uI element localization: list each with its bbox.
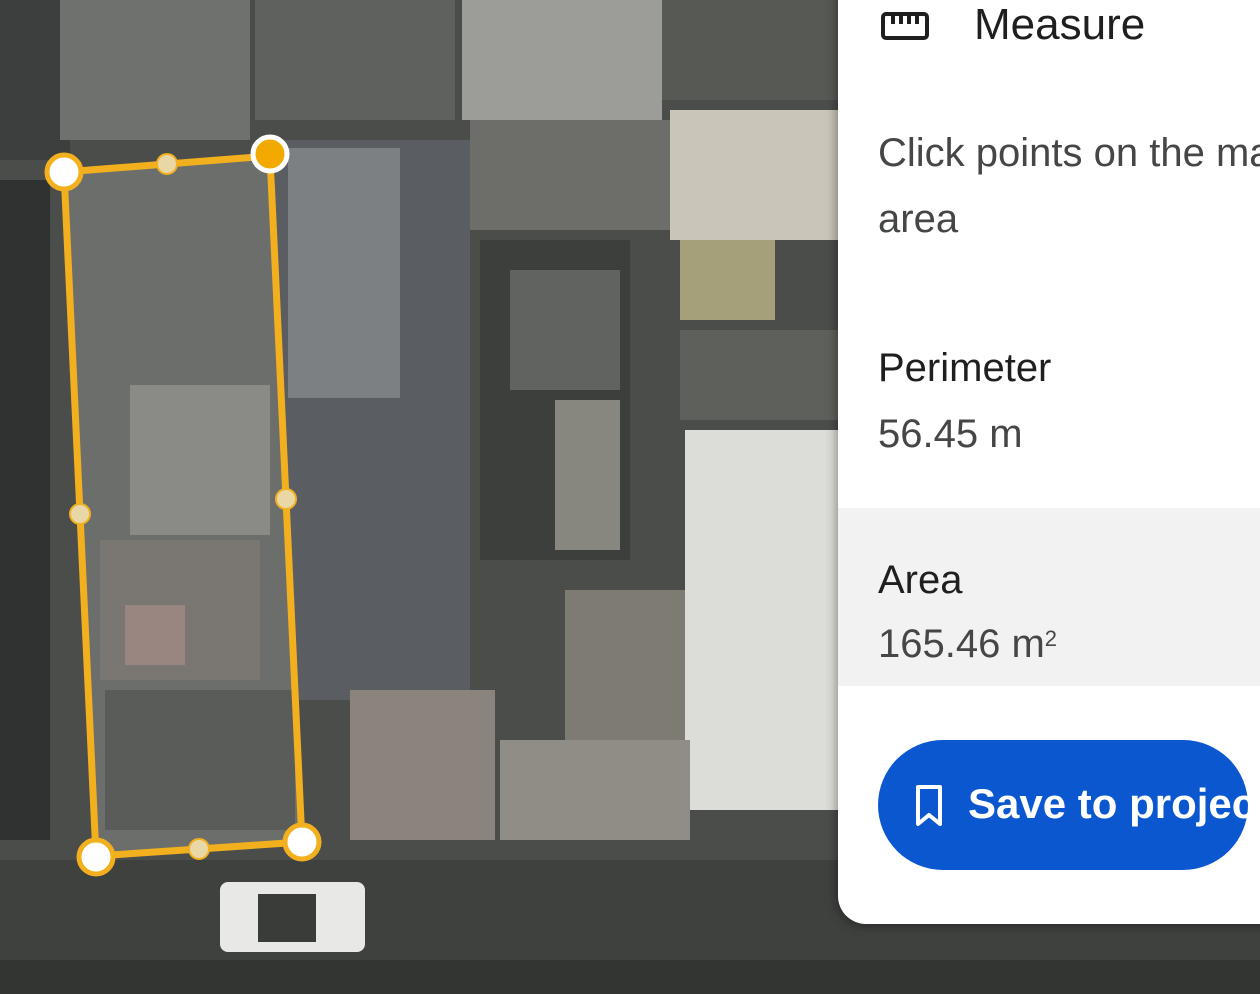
instructions-line: area [878,197,959,241]
area-label: Area [878,558,963,602]
area-value: 165.46 m2 [878,622,1057,667]
perimeter-value: 56.45 m [878,412,1023,456]
building-roof [288,148,400,398]
perimeter-label: Perimeter [878,346,1052,390]
building-roof [470,120,670,230]
building-roof [670,110,840,240]
midpoint-handle[interactable] [156,153,178,175]
building-roof [0,180,50,840]
roof-section [125,605,185,665]
save-button-label: Save to project [968,780,1260,827]
panel-title: Measure [974,0,1146,49]
roof-section [105,690,295,830]
save-to-project-button[interactable]: Save to project [878,740,1260,870]
instructions-text: Click points on the map t area [878,120,1260,252]
instructions-line: Click points on the map t [878,131,1260,175]
area-section: Area 165.46 m2 [838,508,1260,686]
ruler-icon [881,12,929,40]
car-windshield [258,894,316,942]
area-unit-superscript: 2 [1044,626,1058,651]
midpoint-handle[interactable] [69,503,91,525]
building-roof [680,240,775,320]
building-roof [255,0,455,120]
building-roof [662,0,842,100]
building-roof [565,590,685,740]
building-roof [510,270,620,390]
vertex-handle[interactable] [282,822,322,862]
building-roof [60,0,250,140]
measure-panel: Measure Click points on the map t area P… [838,0,1260,924]
bookmark-icon [916,785,942,826]
vertex-handle[interactable] [44,152,84,192]
building-roof [555,400,620,550]
panel-header: Measure [838,0,1260,60]
midpoint-handle[interactable] [275,488,297,510]
building-roof [685,430,840,810]
midpoint-handle[interactable] [188,838,210,860]
roof-section [130,385,270,535]
area-value-number: 165.46 m [878,622,1045,666]
street [0,960,1260,994]
building-roof [0,0,70,160]
building-roof [680,330,840,420]
vertex-handle-active[interactable] [250,134,290,174]
building-roof [350,690,495,840]
building-roof [500,740,690,840]
vertex-handle[interactable] [76,837,116,877]
building-roof [462,0,662,120]
